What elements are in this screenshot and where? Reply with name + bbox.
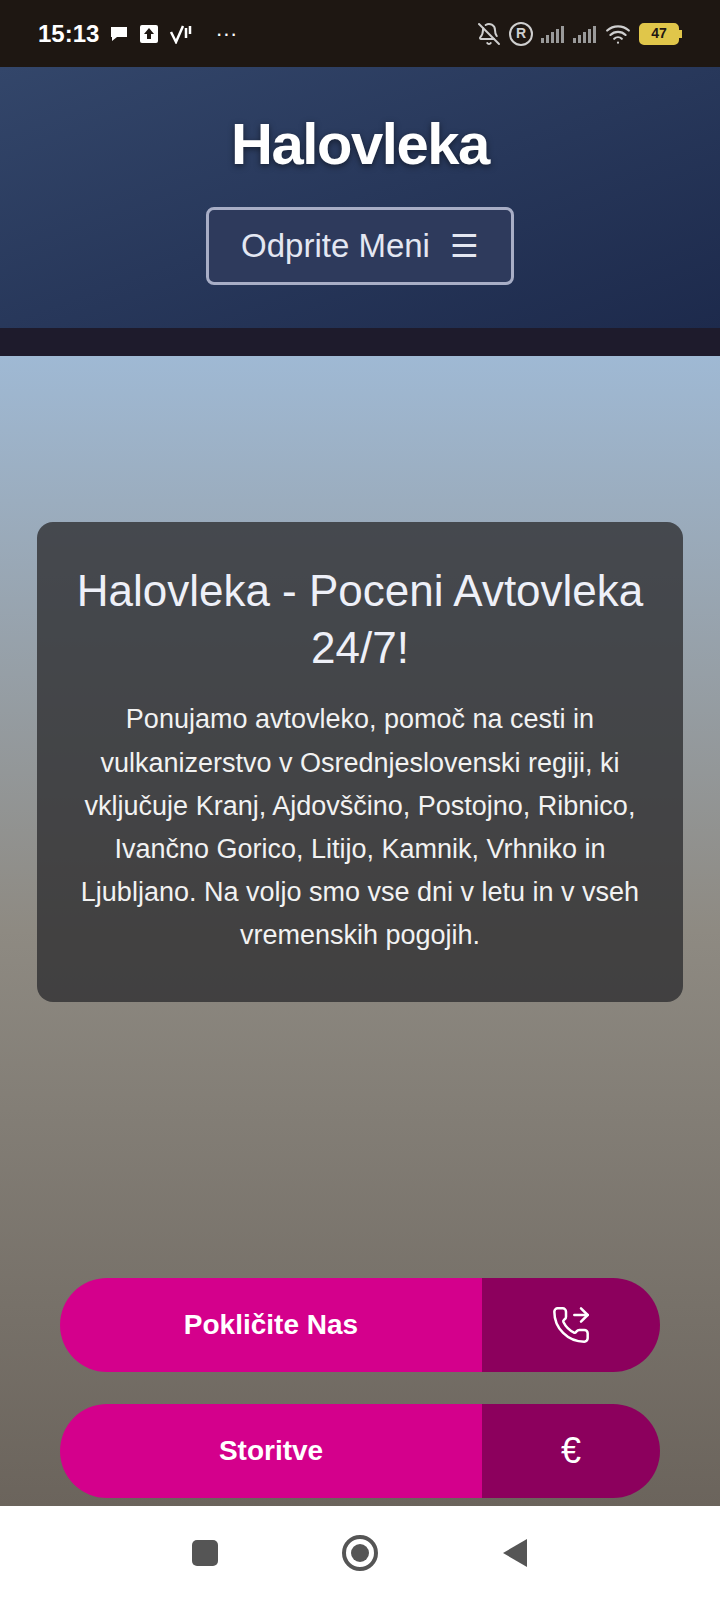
- cta-button[interactable]: Storitve€: [60, 1404, 660, 1498]
- status-time: 15:13: [38, 16, 99, 52]
- menu-button[interactable]: Odprite Meni☰: [206, 207, 514, 285]
- bell-off-icon: [477, 22, 501, 46]
- phone-icon: [551, 1305, 591, 1345]
- check-icon: [169, 24, 195, 44]
- home-icon[interactable]: [341, 1534, 379, 1572]
- signal-icon: [541, 25, 565, 43]
- app: 15:13···R47HalovlekaOdprite Meni☰Halovle…: [0, 0, 720, 1600]
- battery-icon: 47: [639, 23, 682, 45]
- back-icon[interactable]: [501, 1538, 529, 1568]
- site-header: Halovleka Odprite Meni☰: [0, 67, 720, 328]
- menu-icon: ☰: [450, 222, 479, 270]
- recents-icon[interactable]: [191, 1539, 219, 1567]
- cta-button[interactable]: Pokličite Nas: [60, 1278, 660, 1372]
- hero-title: Halovleka - Poceni Avtovleka 24/7!: [73, 562, 647, 676]
- logo[interactable]: Halovleka: [231, 115, 489, 173]
- signal-2-icon: [573, 25, 597, 43]
- chat-icon: [109, 25, 129, 43]
- upload-icon: [139, 24, 159, 44]
- euro-icon: €: [561, 1424, 581, 1478]
- header-strip: [0, 328, 720, 356]
- hero-text: Ponujamo avtovleko, pomoč na cesti in vu…: [73, 698, 647, 957]
- wifi-icon: [605, 21, 631, 47]
- roaming-indicator: R: [509, 22, 533, 46]
- hero-card: Halovleka - Poceni Avtovleka 24/7! Ponuja…: [37, 522, 683, 1002]
- status-bar: 15:13 ··· R 47: [0, 0, 720, 67]
- hero: Halovleka - Poceni Avtovleka 24/7! Ponuja…: [0, 356, 720, 1506]
- navigation-bar: [0, 1506, 720, 1600]
- status-more: ···: [215, 17, 237, 50]
